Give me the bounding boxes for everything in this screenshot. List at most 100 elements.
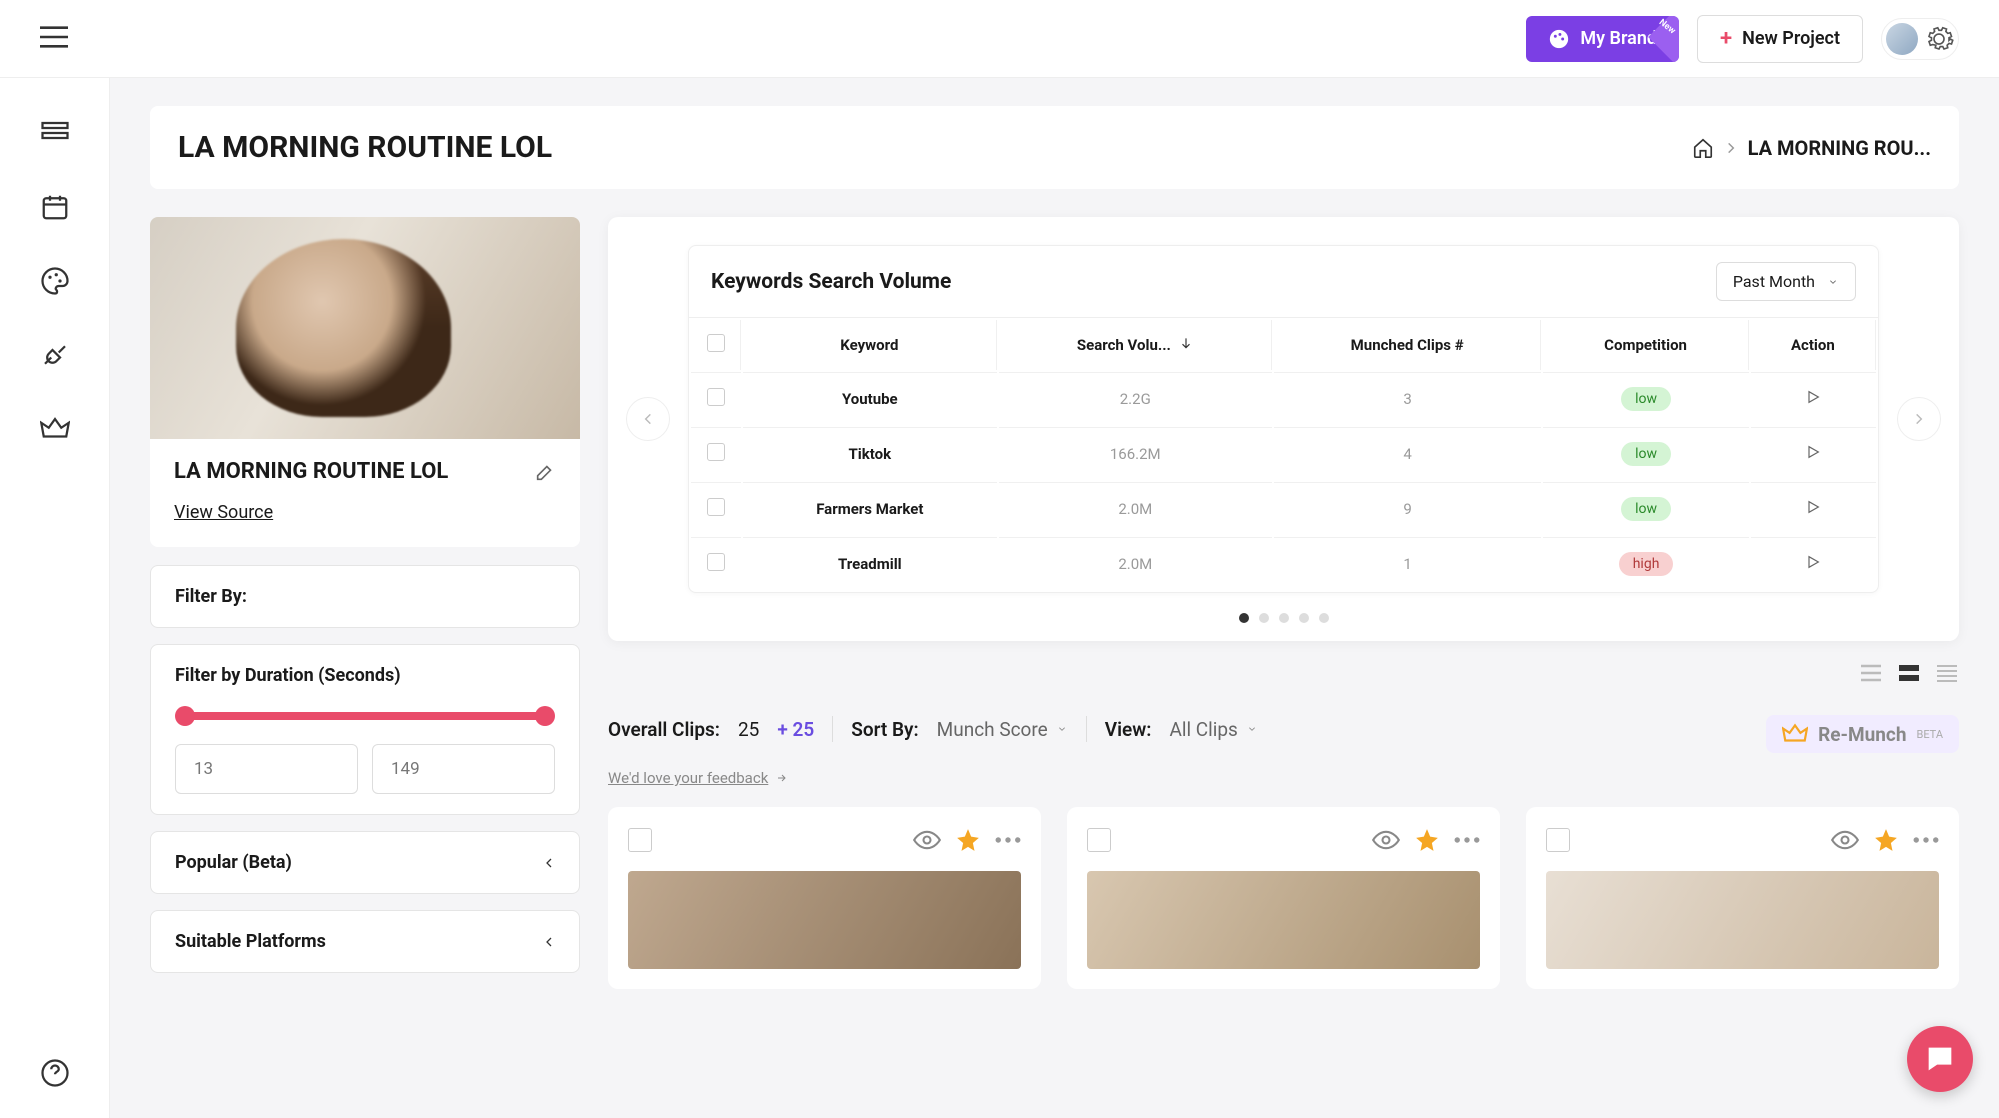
- carousel-dots: [626, 613, 1941, 623]
- play-icon[interactable]: [1805, 444, 1821, 460]
- my-brand-label: My Brand: [1580, 28, 1657, 49]
- filter-popular-label: Popular (Beta): [175, 852, 292, 873]
- preview-icon[interactable]: [1831, 829, 1859, 851]
- account-menu[interactable]: [1881, 18, 1959, 60]
- clip-checkbox[interactable]: [1087, 828, 1111, 852]
- more-icon[interactable]: [1454, 836, 1480, 844]
- chat-fab[interactable]: [1907, 1026, 1973, 1092]
- add-clips-link[interactable]: + 25: [777, 718, 814, 741]
- duration-min[interactable]: 13: [175, 744, 358, 794]
- project-thumbnail: [150, 217, 580, 439]
- view-source-link[interactable]: View Source: [174, 502, 273, 523]
- duration-max[interactable]: 149: [372, 744, 555, 794]
- play-icon[interactable]: [1805, 389, 1821, 405]
- clip-card: [1526, 807, 1959, 989]
- favorite-icon[interactable]: [955, 827, 981, 853]
- clip-thumbnail[interactable]: [628, 871, 1021, 969]
- edit-icon[interactable]: [534, 461, 556, 483]
- clip-thumbnail[interactable]: [1546, 871, 1939, 969]
- feedback-link[interactable]: We'd love your feedback: [608, 769, 1959, 787]
- more-icon[interactable]: [1913, 836, 1939, 844]
- preview-icon[interactable]: [913, 829, 941, 851]
- favorite-icon[interactable]: [1414, 827, 1440, 853]
- breadcrumb-current: LA MORNING ROU...: [1748, 136, 1931, 160]
- slider-thumb-min[interactable]: [175, 706, 195, 726]
- select-all-checkbox[interactable]: [707, 334, 725, 352]
- filter-duration-label: Filter by Duration (Seconds): [175, 665, 555, 686]
- clip-checkbox[interactable]: [1546, 828, 1570, 852]
- clip-card: [608, 807, 1041, 989]
- project-title: LA MORNING ROUTINE LOL: [174, 459, 448, 484]
- overall-clips-count: 25: [738, 718, 759, 741]
- dot[interactable]: [1299, 613, 1309, 623]
- table-row: Youtube2.2G3low: [691, 372, 1876, 425]
- nav-plug-icon[interactable]: [40, 340, 70, 370]
- nav-crown-icon[interactable]: [40, 414, 70, 444]
- my-brand-button[interactable]: My Brand New: [1526, 16, 1679, 62]
- nav-calendar-icon[interactable]: [40, 192, 70, 222]
- cell-keyword: Tiktok: [743, 427, 997, 480]
- cell-volume: 2.0M: [999, 537, 1272, 590]
- sort-by-label: Sort By:: [851, 718, 918, 741]
- view-compact-icon[interactable]: [1935, 663, 1959, 683]
- new-project-button[interactable]: + New Project: [1697, 15, 1863, 63]
- chevron-left-icon: [543, 854, 555, 872]
- play-icon[interactable]: [1805, 499, 1821, 515]
- col-action[interactable]: Action: [1751, 320, 1876, 370]
- preview-icon[interactable]: [1372, 829, 1400, 851]
- period-select[interactable]: Past Month: [1716, 262, 1856, 301]
- sort-by-select[interactable]: Munch Score: [937, 718, 1068, 741]
- home-icon[interactable]: [1692, 137, 1714, 159]
- dot[interactable]: [1259, 613, 1269, 623]
- carousel-prev[interactable]: [626, 397, 670, 441]
- filter-by-block: Filter By:: [150, 565, 580, 628]
- menu-toggle[interactable]: [40, 26, 68, 52]
- col-competition[interactable]: Competition: [1543, 320, 1748, 370]
- chevron-down-icon: [1827, 278, 1839, 286]
- filter-by-label: Filter By:: [175, 586, 555, 607]
- filter-popular-toggle[interactable]: Popular (Beta): [150, 831, 580, 894]
- arrow-right-icon: [774, 772, 790, 784]
- dot[interactable]: [1319, 613, 1329, 623]
- cell-competition: low: [1543, 482, 1748, 535]
- cell-munched: 1: [1274, 537, 1541, 590]
- cell-volume: 166.2M: [999, 427, 1272, 480]
- view-select[interactable]: All Clips: [1169, 718, 1257, 741]
- user-avatar: [1886, 23, 1918, 55]
- view-list-icon[interactable]: [1859, 663, 1883, 683]
- row-checkbox[interactable]: [707, 443, 725, 461]
- row-checkbox[interactable]: [707, 498, 725, 516]
- nav-projects-icon[interactable]: [40, 118, 70, 148]
- crown-icon: [1782, 721, 1808, 747]
- dot[interactable]: [1239, 613, 1249, 623]
- dot[interactable]: [1279, 613, 1289, 623]
- chevron-down-icon: [1056, 725, 1068, 733]
- remunch-button[interactable]: Re-Munch BETA: [1766, 715, 1959, 753]
- row-checkbox[interactable]: [707, 553, 725, 571]
- clip-checkbox[interactable]: [628, 828, 652, 852]
- hamburger-icon: [40, 26, 68, 48]
- chat-icon: [1923, 1042, 1957, 1076]
- filter-suitable-toggle[interactable]: Suitable Platforms: [150, 910, 580, 973]
- row-checkbox[interactable]: [707, 388, 725, 406]
- nav-palette-icon[interactable]: [40, 266, 70, 296]
- cell-munched: 9: [1274, 482, 1541, 535]
- duration-slider[interactable]: [183, 712, 547, 720]
- nav-help-icon[interactable]: [40, 1058, 70, 1088]
- chevron-right-icon: [1724, 141, 1738, 155]
- play-icon[interactable]: [1805, 554, 1821, 570]
- carousel-next[interactable]: [1897, 397, 1941, 441]
- col-search-vol[interactable]: Search Volu...: [999, 320, 1272, 370]
- more-icon[interactable]: [995, 836, 1021, 844]
- slider-thumb-max[interactable]: [535, 706, 555, 726]
- cell-munched: 3: [1274, 372, 1541, 425]
- favorite-icon[interactable]: [1873, 827, 1899, 853]
- view-grid-icon[interactable]: [1897, 663, 1921, 683]
- clip-thumbnail[interactable]: [1087, 871, 1480, 969]
- col-keyword[interactable]: Keyword: [743, 320, 997, 370]
- remunch-beta: BETA: [1916, 728, 1943, 741]
- col-munched[interactable]: Munched Clips #: [1274, 320, 1541, 370]
- chevron-left-icon: [543, 933, 555, 951]
- filter-suitable-label: Suitable Platforms: [175, 931, 326, 952]
- filter-duration-block: Filter by Duration (Seconds) 13 149: [150, 644, 580, 815]
